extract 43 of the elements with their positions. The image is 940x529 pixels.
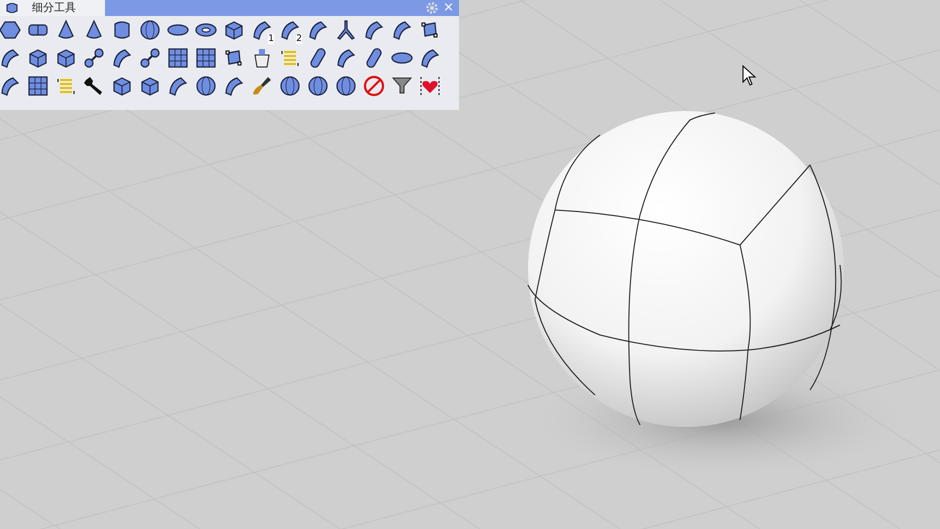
sphere-icon — [279, 75, 301, 97]
cube-icon — [55, 47, 77, 69]
panel-tab[interactable]: 细分工具 — [0, 0, 105, 16]
branch-icon — [335, 19, 357, 41]
surface-icon — [363, 19, 385, 41]
cube-icon — [6, 3, 18, 13]
surface-icon — [307, 19, 329, 41]
cone-icon — [83, 19, 105, 41]
dumbbell-icon — [83, 47, 105, 69]
surface-icon — [0, 75, 21, 97]
cube-icon — [139, 75, 161, 97]
wrench-icon — [83, 75, 105, 97]
brush-icon — [251, 75, 273, 97]
surface-icon — [167, 75, 189, 97]
surface-icon — [335, 47, 357, 69]
surface-icon — [391, 19, 413, 41]
sphere-icon — [307, 75, 329, 97]
tool-button[interactable]: 2 — [276, 16, 304, 44]
sphere-icon — [195, 75, 217, 97]
cube-icon — [27, 47, 49, 69]
badge-number: 1 — [268, 34, 274, 44]
sphere-icon — [139, 19, 161, 41]
cone-icon — [55, 19, 77, 41]
panel-title: 细分工具 — [32, 1, 76, 14]
sphere-icon — [335, 75, 357, 97]
surface-icon — [0, 47, 21, 69]
tool-button[interactable]: 1 — [248, 16, 276, 44]
surface-icon — [419, 47, 441, 69]
surface-icon — [111, 47, 133, 69]
heart-icon — [419, 75, 441, 97]
surface-icon — [223, 75, 245, 97]
surface-icon — [279, 19, 301, 41]
cube-icon — [223, 19, 245, 41]
grid-icon — [195, 47, 217, 69]
surface-icon — [251, 19, 273, 41]
grid-icon — [27, 75, 49, 97]
grid-icon — [167, 47, 189, 69]
hexagon-icon — [0, 19, 21, 41]
dumbbell-icon — [139, 47, 161, 69]
prohibited-icon — [363, 75, 385, 97]
cube-icon — [111, 75, 133, 97]
mouse-cursor-icon — [742, 64, 756, 86]
badge-number: 2 — [296, 34, 302, 44]
